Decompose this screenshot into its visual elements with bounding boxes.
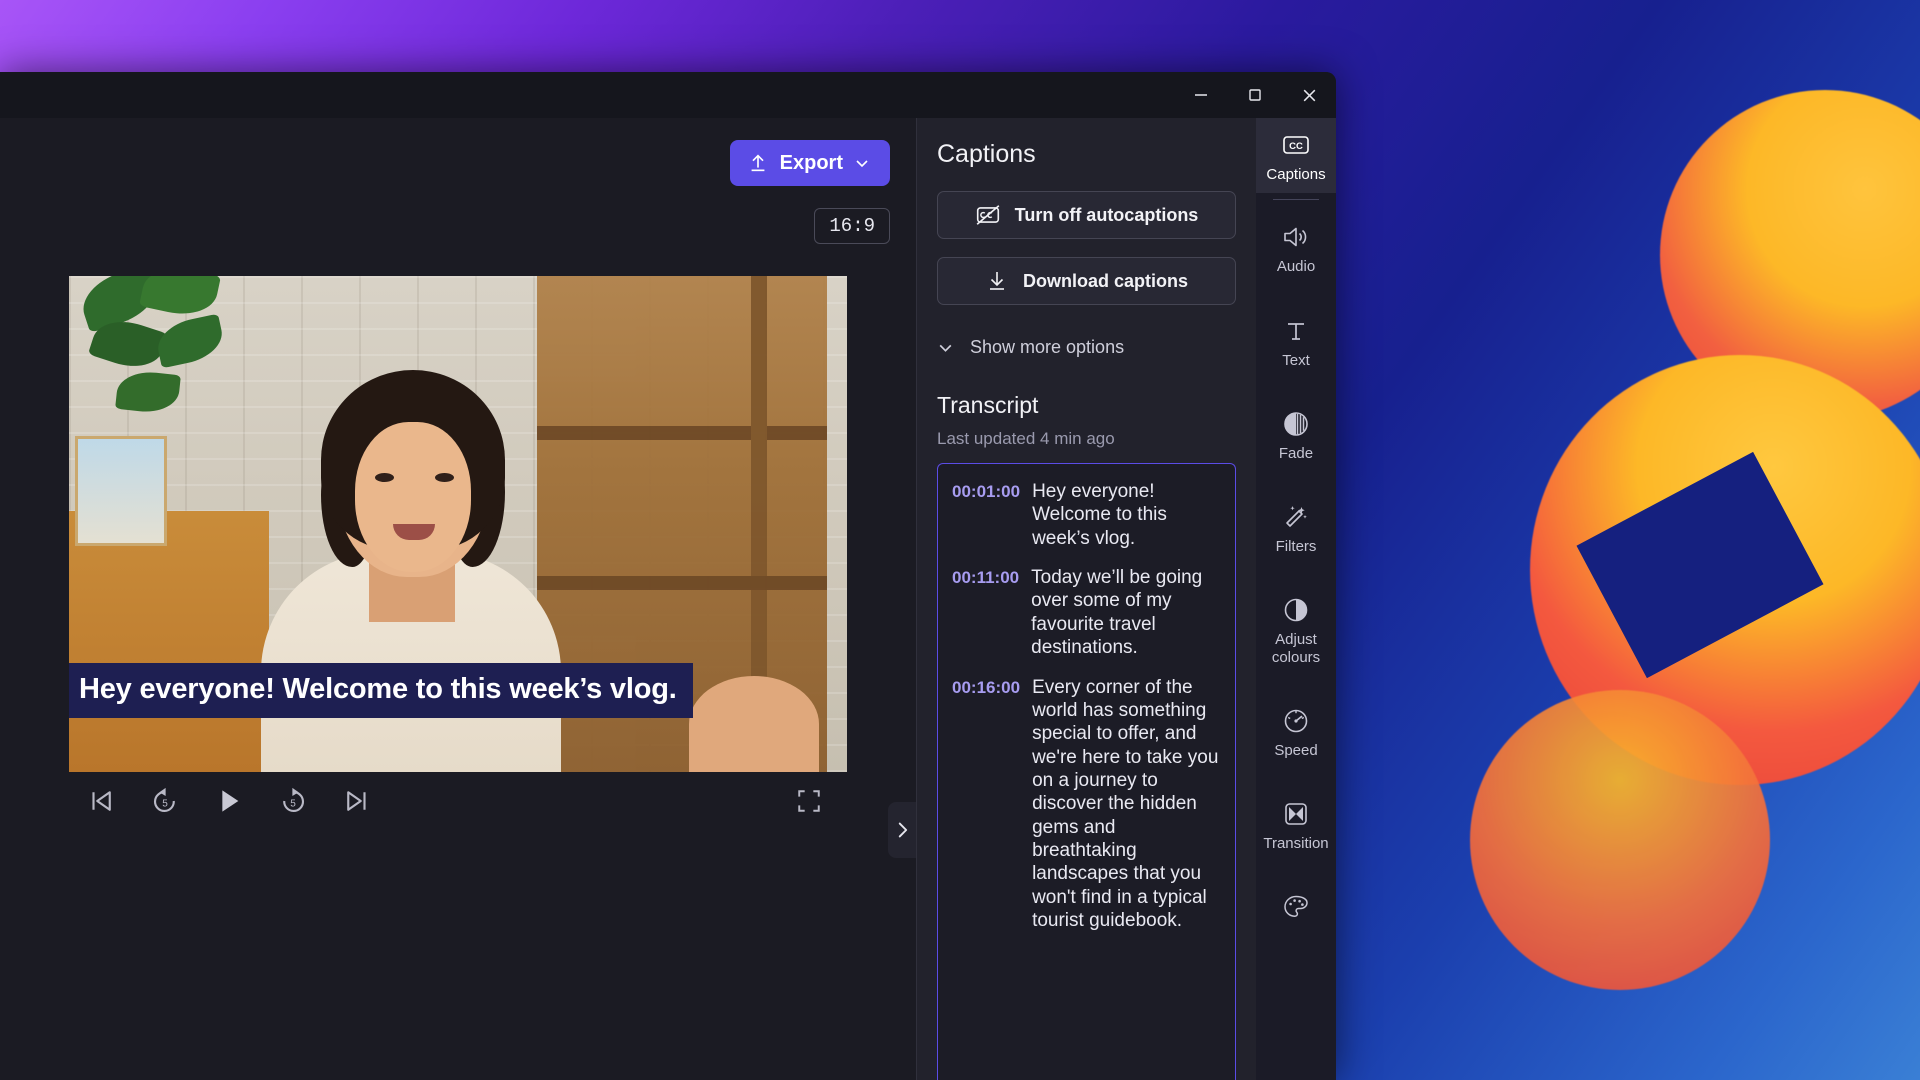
editor-area: Export 16:9	[0, 118, 916, 1080]
export-button-label: Export	[780, 152, 843, 175]
fullscreen-icon	[796, 788, 822, 814]
tool-item-label: Captions	[1266, 166, 1325, 183]
download-icon	[985, 269, 1009, 293]
tool-item-audio[interactable]: Audio	[1256, 210, 1336, 285]
tool-item-label: Transition	[1263, 835, 1328, 852]
player-controls: 5 5	[69, 772, 847, 830]
tool-item-label: Fade	[1279, 445, 1313, 462]
tool-item-captions[interactable]: CC Captions	[1256, 118, 1336, 193]
video-subject-eye-right	[435, 473, 454, 482]
window-body: Export 16:9	[0, 118, 1336, 1080]
show-more-options-toggle[interactable]: Show more options	[937, 337, 1236, 358]
video-left-panel	[69, 511, 269, 772]
video-plant	[77, 276, 245, 468]
tool-item-text[interactable]: Text	[1256, 304, 1336, 379]
wallpaper-blob-bottom	[1470, 690, 1770, 990]
caption-overlay: Hey everyone! Welcome to this week’s vlo…	[69, 663, 693, 718]
tool-item-label: Audio	[1277, 258, 1315, 275]
turn-off-autocaptions-label: Turn off autocaptions	[1015, 205, 1199, 226]
svg-text:CC: CC	[1289, 141, 1303, 152]
svg-text:5: 5	[162, 799, 168, 810]
rewind-5-button[interactable]: 5	[147, 783, 183, 819]
skip-previous-button[interactable]	[83, 783, 119, 819]
transcript-timestamp[interactable]: 00:01:00	[952, 480, 1020, 550]
tool-item-speed[interactable]: Speed	[1256, 694, 1336, 769]
transcript-heading: Transcript	[937, 392, 1236, 419]
tool-item-transition[interactable]: Transition	[1256, 787, 1336, 862]
forward-5-button[interactable]: 5	[275, 783, 311, 819]
svg-text:5: 5	[290, 799, 296, 810]
video-editor-window: Export 16:9	[0, 72, 1336, 1080]
audio-icon	[1281, 222, 1311, 252]
text-icon	[1283, 316, 1309, 346]
tool-rail-divider	[1273, 199, 1319, 200]
tool-item-filters[interactable]: Filters	[1256, 490, 1336, 565]
chevron-down-icon	[854, 155, 870, 171]
transcript-text[interactable]: Every corner of the world has something …	[1032, 676, 1225, 933]
tool-item-label: Filters	[1276, 538, 1317, 555]
video-subject-hand	[689, 676, 819, 772]
editor-toolbar: Export	[0, 118, 916, 208]
tool-item-label: Text	[1282, 352, 1310, 369]
transcript-entry[interactable]: 00:16:00 Every corner of the world has s…	[952, 676, 1225, 933]
fullscreen-button[interactable]	[791, 783, 827, 819]
rewind-5-icon: 5	[150, 786, 180, 816]
palette-icon	[1282, 892, 1310, 922]
captions-panel-title: Captions	[937, 140, 1236, 169]
chevron-down-icon	[937, 339, 954, 356]
captions-panel: Captions Turn off autocaptions	[916, 118, 1256, 1080]
transition-icon	[1282, 799, 1310, 829]
transcript-updated-status: Last updated 4 min ago	[937, 429, 1236, 449]
panel-collapse-handle[interactable]	[888, 802, 916, 858]
video-preview[interactable]: Hey everyone! Welcome to this week’s vlo…	[69, 276, 847, 772]
aspect-ratio-row: 16:9	[0, 208, 916, 270]
tool-rail: CC Captions Audio	[1256, 118, 1336, 1080]
speed-icon	[1282, 706, 1310, 736]
skip-next-icon	[342, 786, 372, 816]
fade-icon	[1282, 409, 1310, 439]
preview-area: Hey everyone! Welcome to this week’s vlo…	[0, 270, 916, 1080]
upload-icon	[747, 152, 769, 174]
tool-item-label: Adjust colours	[1258, 631, 1334, 666]
chevron-right-icon	[895, 819, 910, 841]
window-titlebar	[0, 72, 1336, 118]
adjust-colours-icon	[1282, 595, 1310, 625]
download-captions-label: Download captions	[1023, 271, 1188, 292]
skip-next-button[interactable]	[339, 783, 375, 819]
close-button[interactable]	[1282, 72, 1336, 118]
transcript-timestamp[interactable]: 00:11:00	[952, 566, 1019, 659]
forward-5-icon: 5	[278, 786, 308, 816]
tool-item-label: Speed	[1274, 742, 1317, 759]
tool-item-fade[interactable]: Fade	[1256, 397, 1336, 472]
minimize-button[interactable]	[1174, 72, 1228, 118]
download-captions-button[interactable]: Download captions	[937, 257, 1236, 305]
maximize-button[interactable]	[1228, 72, 1282, 118]
transcript-text[interactable]: Hey everyone! Welcome to this week’s vlo…	[1032, 480, 1225, 550]
show-more-options-label: Show more options	[970, 337, 1124, 358]
captions-off-icon	[975, 202, 1001, 228]
video-subject-face	[355, 422, 471, 572]
skip-previous-icon	[86, 786, 116, 816]
transcript-entry[interactable]: 00:01:00 Hey everyone! Welcome to this w…	[952, 480, 1225, 550]
minimize-icon	[1193, 87, 1209, 103]
close-icon	[1301, 87, 1318, 104]
transcript-text[interactable]: Today we’ll be going over some of my fav…	[1031, 566, 1225, 659]
video-subject-eye-left	[375, 473, 394, 482]
tool-item-adjust-colours[interactable]: Adjust colours	[1256, 583, 1336, 676]
tool-item-palette[interactable]	[1256, 880, 1336, 938]
transcript-timestamp[interactable]: 00:16:00	[952, 676, 1020, 933]
aspect-ratio-chip[interactable]: 16:9	[814, 208, 890, 244]
transcript-entry[interactable]: 00:11:00 Today we’ll be going over some …	[952, 566, 1225, 659]
turn-off-autocaptions-button[interactable]: Turn off autocaptions	[937, 191, 1236, 239]
captions-icon: CC	[1282, 130, 1310, 160]
play-icon	[213, 785, 245, 817]
filters-icon	[1282, 502, 1310, 532]
play-button[interactable]	[211, 783, 247, 819]
desktop-wallpaper: Export 16:9	[0, 0, 1920, 1080]
transcript-list[interactable]: 00:01:00 Hey everyone! Welcome to this w…	[937, 463, 1236, 1080]
maximize-icon	[1247, 87, 1263, 103]
export-button[interactable]: Export	[730, 140, 890, 186]
